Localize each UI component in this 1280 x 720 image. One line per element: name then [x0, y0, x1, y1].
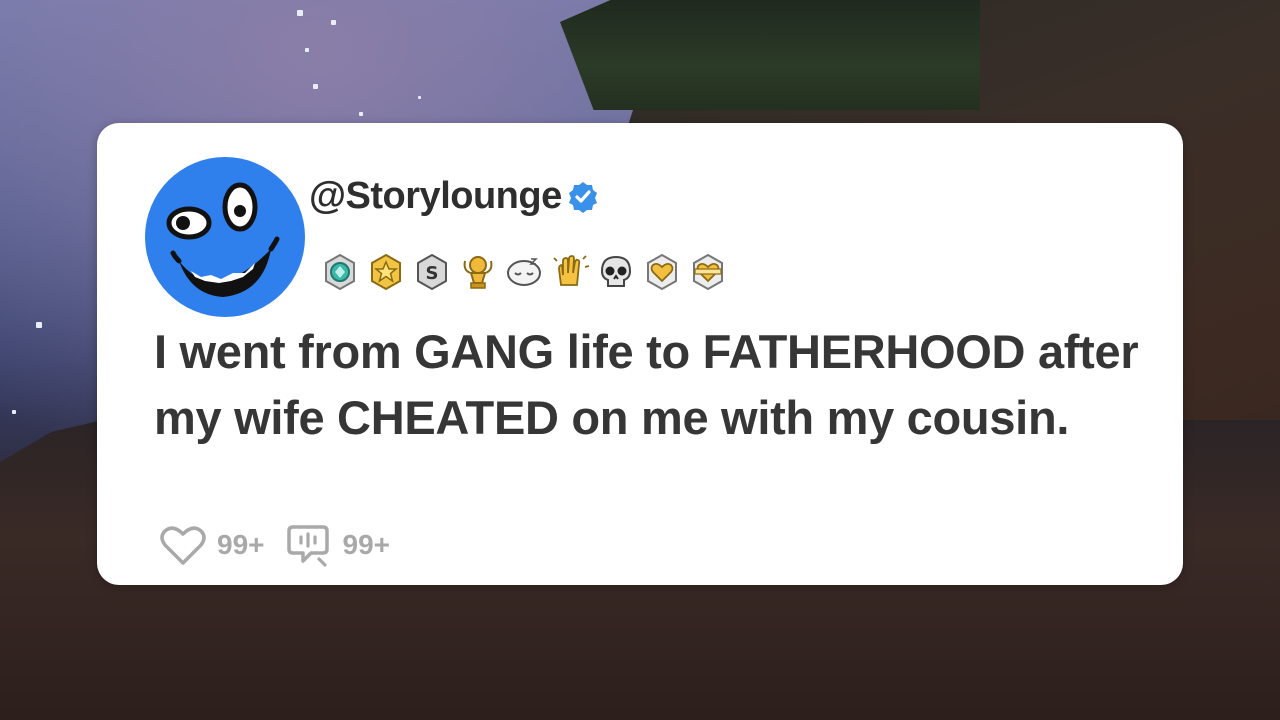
- star: [12, 410, 16, 414]
- avatar[interactable]: [145, 157, 305, 317]
- badge-row: S: [319, 251, 729, 293]
- author-handle[interactable]: @Storylounge: [309, 175, 562, 218]
- gold-heart-badge-icon[interactable]: [641, 251, 683, 293]
- author-row: @Storylounge: [309, 175, 600, 218]
- star: [305, 48, 309, 52]
- gold-heart-ribbon-badge-icon[interactable]: [687, 251, 729, 293]
- skull-badge-icon[interactable]: [595, 251, 637, 293]
- star: [297, 10, 303, 16]
- post-actions: 99+ 99+: [159, 521, 410, 569]
- star: [313, 84, 318, 89]
- post-card: @Storylounge S I went from GANG life to …: [97, 123, 1183, 585]
- verified-badge-icon: [568, 181, 597, 213]
- gold-trophy-badge-icon[interactable]: [457, 251, 499, 293]
- like-count: 99+: [217, 529, 265, 560]
- like-button[interactable]: 99+: [159, 523, 265, 567]
- star: [331, 20, 336, 25]
- smiley-face-icon: [166, 182, 280, 297]
- teal-gem-badge-icon[interactable]: [319, 251, 361, 293]
- star: [36, 322, 42, 328]
- star: [359, 112, 363, 116]
- post-text: I went from GANG life to FATHERHOOD afte…: [154, 325, 1139, 444]
- star: [418, 96, 421, 99]
- svg-text:S: S: [426, 263, 439, 284]
- comment-button[interactable]: 99+: [285, 521, 391, 569]
- comment-count: 99+: [342, 529, 391, 560]
- background-leaves: [560, 0, 980, 110]
- silver-s-badge-icon[interactable]: S: [411, 251, 453, 293]
- sleeping-face-badge-icon[interactable]: [503, 251, 545, 293]
- heart-icon: [160, 526, 206, 565]
- comment-icon: [286, 525, 329, 567]
- clapping-hands-badge-icon[interactable]: [549, 251, 591, 293]
- gold-star-badge-icon[interactable]: [365, 251, 407, 293]
